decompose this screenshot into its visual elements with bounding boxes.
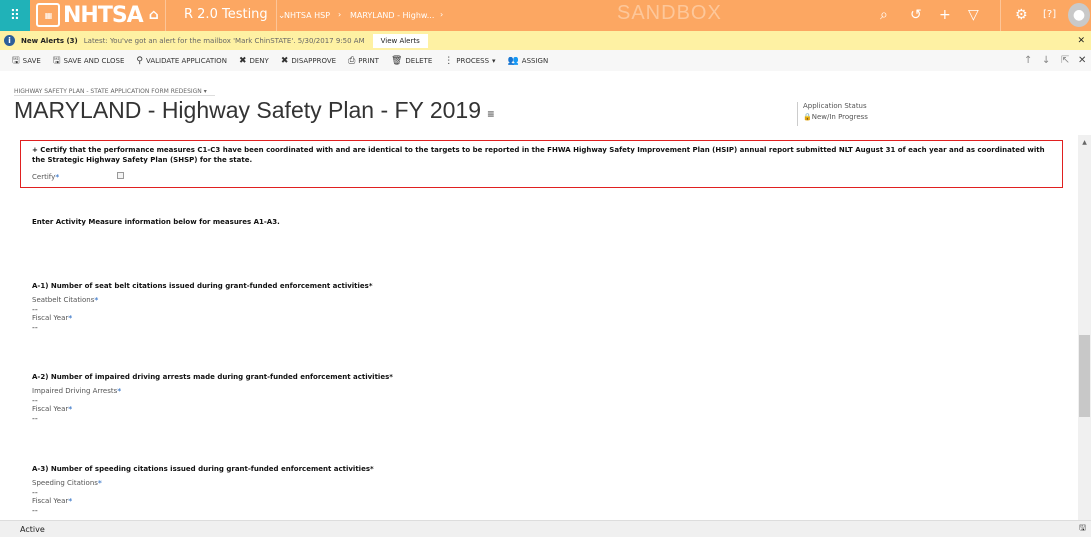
history-icon[interactable]: ↺ bbox=[910, 7, 922, 23]
divider bbox=[165, 0, 166, 31]
vertical-scrollbar[interactable]: ▲ bbox=[1078, 135, 1091, 520]
environment-label: SANDBOX bbox=[617, 2, 722, 24]
save-icon[interactable]: 🖫 bbox=[1079, 522, 1086, 536]
delete-button[interactable]: 🗑 DELETE bbox=[391, 56, 432, 66]
command-bar: 🖫 SAVE 🖫 SAVE AND CLOSE ⚲ VALIDATE APPLICAT… bbox=[0, 50, 1091, 71]
popout-icon[interactable]: ⇱ bbox=[1061, 55, 1069, 66]
menu-icon[interactable]: ≡ bbox=[487, 107, 494, 121]
top-nav-bar bbox=[0, 0, 1091, 31]
section-header: A-1) Number of seat belt citations issue… bbox=[32, 282, 373, 290]
page-title: MARYLAND - Highway Safety Plan - FY 2019… bbox=[14, 97, 495, 123]
save-button[interactable]: 🖫 SAVE bbox=[12, 53, 41, 69]
x-icon: ✖ bbox=[238, 55, 247, 66]
fiscal-year-field[interactable]: -- bbox=[32, 323, 373, 332]
validate-icon: ⚲ bbox=[136, 55, 143, 66]
section-header: A-3) Number of speeding citations issued… bbox=[32, 465, 374, 473]
breadcrumb-record[interactable]: MARYLAND - Highw... bbox=[350, 11, 434, 20]
intro-text: Enter Activity Measure information below… bbox=[32, 218, 280, 226]
filter-icon[interactable]: ▽ bbox=[968, 7, 979, 23]
assign-button[interactable]: 👥 ASSIGN bbox=[508, 56, 549, 66]
nhtsa-logo[interactable]: ▦ NHTSA ⌂ bbox=[36, 2, 159, 28]
form-selector[interactable]: HIGHWAY SAFETY PLAN - STATE APPLICATION … bbox=[14, 88, 215, 96]
record-status: Active bbox=[20, 524, 45, 534]
save-close-icon: 🖫 bbox=[52, 55, 61, 66]
logo-text: NHTSA bbox=[63, 2, 144, 28]
chevron-right-icon: › bbox=[338, 10, 342, 19]
process-button[interactable]: ⋮ PROCESS ▾ bbox=[444, 56, 495, 66]
status-bar: Active 🖫 bbox=[0, 520, 1091, 537]
logo-emblem: ▦ bbox=[36, 3, 60, 27]
print-icon: ⎙ bbox=[348, 55, 356, 66]
trash-icon: 🗑 bbox=[390, 55, 403, 66]
gear-icon[interactable]: ⚙ bbox=[1015, 7, 1028, 23]
app-name[interactable]: R 2.0 Testing ⌄ bbox=[184, 7, 285, 22]
scroll-up-icon[interactable]: ▲ bbox=[1078, 139, 1091, 146]
assign-icon: 👥 bbox=[507, 55, 519, 66]
help-icon[interactable]: [?] bbox=[1043, 9, 1056, 20]
seatbelt-citations-field[interactable]: -- bbox=[32, 305, 373, 314]
print-button[interactable]: ⎙ PRINT bbox=[348, 56, 379, 66]
deny-button[interactable]: ✖ DENY bbox=[239, 56, 269, 66]
search-icon[interactable]: ⌕ bbox=[880, 7, 888, 23]
arrow-down-icon[interactable]: ↓ bbox=[1042, 55, 1050, 66]
certify-checkbox[interactable] bbox=[117, 172, 124, 179]
view-alerts-button[interactable]: View Alerts bbox=[372, 33, 428, 48]
status-value: New/In Progress bbox=[811, 113, 868, 121]
field-label: Fiscal Year bbox=[32, 497, 69, 505]
section-a2: A-2) Number of impaired driving arrests … bbox=[32, 373, 393, 423]
user-avatar-icon[interactable]: ● bbox=[1068, 3, 1090, 27]
scrollbar-thumb[interactable] bbox=[1079, 335, 1090, 417]
validate-button[interactable]: ⚲ VALIDATE APPLICATION bbox=[136, 56, 227, 66]
field-label: Fiscal Year bbox=[32, 314, 69, 322]
divider bbox=[1000, 0, 1001, 31]
certify-text: + Certify that the performance measures … bbox=[32, 146, 1045, 164]
close-record-icon[interactable]: ✕ bbox=[1078, 55, 1086, 66]
save-close-button[interactable]: 🖫 SAVE AND CLOSE bbox=[53, 53, 125, 69]
alerts-title: New Alerts (3) bbox=[21, 36, 78, 45]
breadcrumb-nhtsa-hsp[interactable]: NHTSA HSP bbox=[284, 11, 330, 20]
field-label: Fiscal Year bbox=[32, 405, 69, 413]
speeding-citations-field[interactable]: -- bbox=[32, 488, 374, 497]
status-label: Application Status bbox=[803, 102, 867, 110]
field-label: Impaired Driving Arrests bbox=[32, 387, 118, 395]
lock-icon: 🔒 bbox=[803, 113, 812, 121]
fiscal-year-field[interactable]: -- bbox=[32, 414, 393, 423]
plus-icon[interactable]: + bbox=[939, 7, 951, 23]
section-a1: A-1) Number of seat belt citations issue… bbox=[32, 282, 373, 332]
section-header: A-2) Number of impaired driving arrests … bbox=[32, 373, 393, 381]
caret-down-icon: ▾ bbox=[492, 56, 496, 65]
alert-message: Latest: You've got an alert for the mail… bbox=[83, 36, 365, 45]
process-icon: ⋮ bbox=[444, 55, 454, 66]
save-icon: 🖫 bbox=[12, 55, 20, 66]
app-grid-icon[interactable]: ⠿ bbox=[0, 0, 30, 31]
chevron-right-icon: › bbox=[440, 10, 444, 19]
close-icon[interactable]: ✕ bbox=[1077, 36, 1085, 46]
section-a3: A-3) Number of speeding citations issued… bbox=[32, 465, 374, 515]
arrow-up-icon[interactable]: ↑ bbox=[1024, 55, 1032, 66]
impaired-arrests-field[interactable]: -- bbox=[32, 396, 393, 405]
alert-bar: i New Alerts (3) Latest: You've got an a… bbox=[0, 31, 1091, 50]
info-icon: i bbox=[4, 35, 15, 46]
fiscal-year-field[interactable]: -- bbox=[32, 506, 374, 515]
disapprove-button[interactable]: ✖ DISAPPROVE bbox=[281, 56, 336, 66]
field-label: Speeding Citations bbox=[32, 479, 98, 487]
divider bbox=[276, 0, 277, 31]
certify-label: Certify* bbox=[32, 173, 60, 182]
home-icon[interactable]: ⌂ bbox=[149, 7, 159, 23]
x-icon: ✖ bbox=[280, 55, 289, 66]
field-label: Seatbelt Citations bbox=[32, 296, 95, 304]
application-status: Application Status 🔒New/In Progress bbox=[797, 102, 868, 126]
